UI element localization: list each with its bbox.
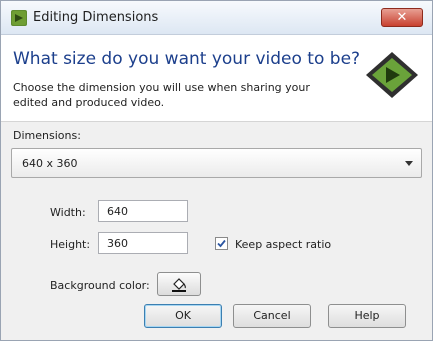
dimensions-dropdown[interactable]: 640 x 360	[11, 148, 422, 178]
header-description: Choose the dimension you will use when s…	[13, 81, 310, 109]
help-button[interactable]: Help	[328, 304, 406, 328]
window-title: Editing Dimensions	[33, 10, 159, 25]
header-panel: What size do you want your video to be? …	[1, 35, 432, 122]
keep-aspect-label[interactable]: Keep aspect ratio	[235, 238, 331, 251]
cancel-button[interactable]: Cancel	[233, 304, 311, 328]
height-value: 360	[107, 237, 128, 250]
height-field[interactable]: 360	[98, 232, 188, 254]
paint-bucket-icon	[172, 278, 186, 292]
width-field[interactable]: 640	[98, 200, 188, 222]
camtasia-logo-icon	[366, 52, 418, 98]
chevron-down-icon	[405, 161, 413, 166]
background-color-label: Background color:	[50, 279, 150, 292]
dimensions-label: Dimensions:	[13, 129, 81, 142]
close-icon: ✕	[396, 10, 408, 25]
ok-button[interactable]: OK	[144, 304, 222, 328]
width-label: Width:	[50, 206, 86, 219]
close-button[interactable]: ✕	[381, 8, 423, 27]
page-heading: What size do you want your video to be?	[13, 49, 361, 69]
background-color-button[interactable]	[157, 272, 201, 296]
dimensions-selected: 640 x 360	[22, 157, 78, 170]
app-icon	[11, 10, 27, 26]
checkmark-icon	[217, 239, 226, 248]
keep-aspect-checkbox[interactable]	[215, 237, 228, 250]
title-bar[interactable]: Editing Dimensions ✕	[1, 1, 432, 35]
height-label: Height:	[50, 238, 91, 251]
width-value: 640	[107, 205, 128, 218]
dialog-window: Editing Dimensions ✕ What size do you wa…	[0, 0, 433, 341]
